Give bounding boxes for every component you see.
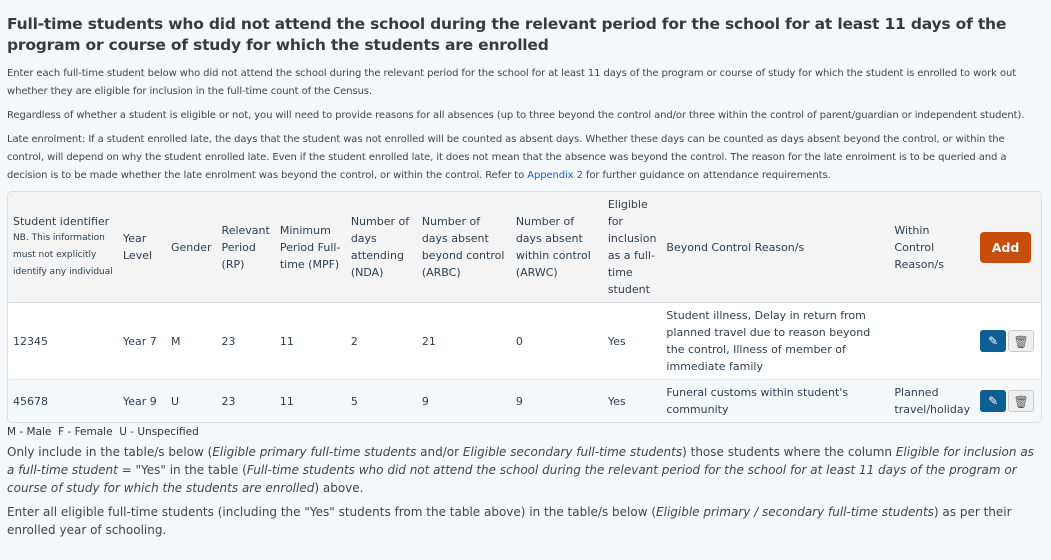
col-eligible: Eligible for inclusion as a full-time st… — [602, 192, 662, 303]
page-title: Full-time students who did not attend th… — [7, 15, 1007, 54]
cell-within — [889, 303, 976, 380]
cell-gender: U — [166, 380, 217, 422]
col-arbc: Number of days absent beyond control (AR… — [416, 192, 511, 303]
late-enrolment-text: Late enrolment: If a student enrolled la… — [7, 131, 1044, 185]
t: ) those students where the column — [682, 445, 896, 459]
cell-within: Planned travel/holiday — [889, 380, 976, 422]
col-rp: Relevant Period (RP) — [216, 192, 275, 303]
col-actions: Add — [975, 192, 1041, 303]
cell-year: Year 7 — [118, 303, 166, 380]
t: Eligible primary full-time students — [212, 445, 417, 459]
cell-arbc: 21 — [416, 303, 511, 380]
col-student-id-label: Student identifier — [13, 215, 110, 228]
cell-id: 12345 — [8, 303, 118, 380]
reasons-note: Regardless of whether a student is eligi… — [7, 110, 1025, 121]
intro-text: Enter each full-time student below who d… — [7, 68, 1017, 97]
col-mpf: Minimum Period Full-time (MPF) — [274, 192, 346, 303]
cell-id: 45678 — [8, 380, 118, 422]
t: Only include in the table/s below ( — [7, 445, 213, 459]
cell-actions: ✎ 🗑 — [975, 380, 1041, 422]
appendix-link[interactable]: Appendix 2 — [527, 170, 583, 181]
t: Eligible secondary full-time students — [462, 445, 683, 459]
t: = "Yes" in the table ( — [117, 463, 247, 477]
t: Enter all eligible full-time students (i… — [7, 505, 657, 519]
col-nda: Number of days attending (NDA) — [345, 192, 417, 303]
trash-icon[interactable]: 🗑 — [1008, 330, 1035, 352]
cell-gender: M — [166, 303, 217, 380]
cell-actions: ✎ 🗑 — [975, 303, 1041, 380]
student-id-note: NB. This information must not explicitly… — [13, 233, 113, 277]
col-year: Year Level — [118, 192, 166, 303]
absent-students-table: Student identifier NB. This information m… — [7, 191, 1042, 423]
cell-rp: 23 — [216, 303, 275, 380]
add-button[interactable]: Add — [980, 231, 1032, 263]
enter-all-text: Enter all eligible full-time students (i… — [7, 503, 1044, 539]
trash-icon[interactable]: 🗑 — [1008, 390, 1035, 412]
cell-eligible: Yes — [602, 303, 662, 380]
cell-arwc: 9 — [510, 380, 603, 422]
cell-beyond: Student illness, Delay in return from pl… — [661, 303, 890, 380]
col-gender: Gender — [166, 192, 217, 303]
late-enrolment-body: Late enrolment: If a student enrolled la… — [7, 134, 1007, 181]
cell-mpf: 11 — [274, 303, 346, 380]
cell-eligible: Yes — [602, 380, 662, 422]
late-enrolment-after: for further guidance on attendance requi… — [582, 170, 831, 181]
table-header: Student identifier NB. This information m… — [8, 192, 1041, 303]
cell-arwc: 0 — [510, 303, 603, 380]
gender-legend: M - Male F - Female U - Unspecified — [7, 426, 199, 438]
table-row: 45678 Year 9 U 23 11 5 9 9 Yes Funeral c… — [8, 380, 1041, 422]
col-arwc: Number of days absent within control (AR… — [510, 192, 603, 303]
edit-icon[interactable]: ✎ — [980, 390, 1007, 412]
col-student-id: Student identifier NB. This information m… — [8, 192, 118, 303]
t: Eligible primary / secondary full-time s… — [656, 505, 934, 519]
only-include-text: Only include in the table/s below (Eligi… — [7, 443, 1044, 497]
col-within: Within Control Reason/s — [889, 192, 976, 303]
table-row: 12345 Year 7 M 23 11 2 21 0 Yes Student … — [8, 303, 1041, 380]
col-beyond: Beyond Control Reason/s — [661, 192, 890, 303]
cell-nda: 2 — [345, 303, 417, 380]
cell-nda: 5 — [345, 380, 417, 422]
cell-beyond: Funeral customs within student's communi… — [661, 380, 890, 422]
t: and/or — [416, 445, 463, 459]
cell-year: Year 9 — [118, 380, 166, 422]
cell-rp: 23 — [216, 380, 275, 422]
edit-icon[interactable]: ✎ — [980, 330, 1007, 352]
cell-mpf: 11 — [274, 380, 346, 422]
cell-arbc: 9 — [416, 380, 511, 422]
t: ) above. — [314, 481, 364, 495]
